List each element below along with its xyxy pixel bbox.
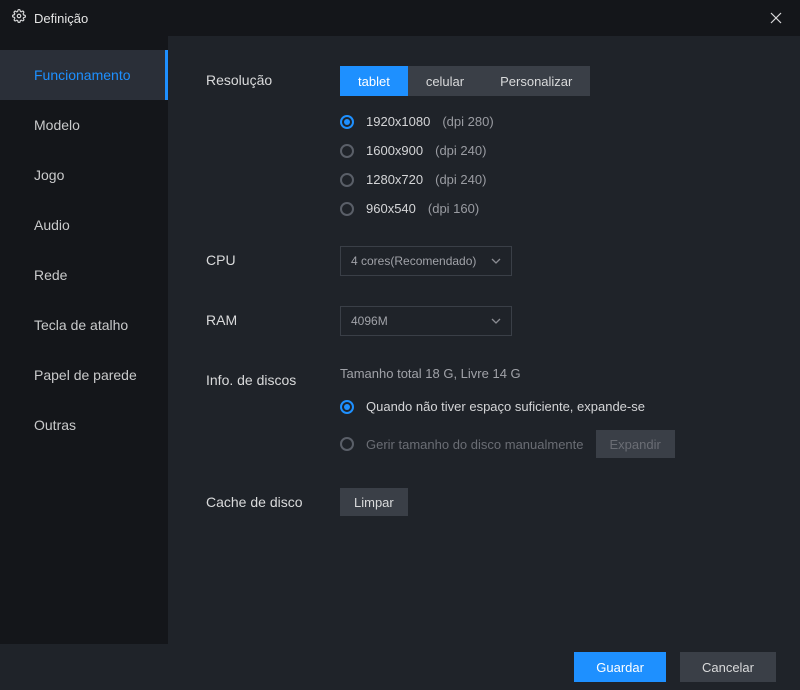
save-button[interactable]: Guardar xyxy=(574,652,666,682)
ram-select[interactable]: 4096M xyxy=(340,306,512,336)
disk-radios: Quando não tiver espaço suficiente, expa… xyxy=(340,399,800,458)
sidebar-item-tecla[interactable]: Tecla de atalho xyxy=(0,300,168,350)
cache-label: Cache de disco xyxy=(206,488,340,516)
cache-content: Limpar xyxy=(340,488,800,516)
radio-dpi: (dpi 240) xyxy=(435,172,486,187)
sidebar-item-outras[interactable]: Outras xyxy=(0,400,168,450)
resolution-content: tablet celular Personalizar 1920x1080 (d… xyxy=(340,66,800,216)
title-left: Definição xyxy=(12,9,88,28)
tab-label: Personalizar xyxy=(500,74,572,89)
radio-1600x900[interactable]: 1600x900 (dpi 240) xyxy=(340,143,800,158)
sidebar-item-jogo[interactable]: Jogo xyxy=(0,150,168,200)
gear-icon xyxy=(12,9,26,28)
main-panel: Resolução tablet celular Personalizar 19… xyxy=(168,36,800,644)
tab-personalizar[interactable]: Personalizar xyxy=(482,66,590,96)
cancel-button[interactable]: Cancelar xyxy=(680,652,776,682)
radio-icon xyxy=(340,202,354,216)
expand-button: Expandir xyxy=(596,430,675,458)
row-cache: Cache de disco Limpar xyxy=(206,488,800,516)
sidebar-item-funcionamento[interactable]: Funcionamento xyxy=(0,50,168,100)
footer: Guardar Cancelar xyxy=(0,644,800,690)
close-button[interactable] xyxy=(764,6,788,30)
cancel-label: Cancelar xyxy=(702,660,754,675)
sidebar-item-label: Tecla de atalho xyxy=(34,317,128,333)
radio-dpi: (dpi 280) xyxy=(442,114,493,129)
radio-res: 1920x1080 xyxy=(366,114,430,129)
ram-value: 4096M xyxy=(351,314,388,328)
sidebar-item-papel[interactable]: Papel de parede xyxy=(0,350,168,400)
sidebar-item-label: Outras xyxy=(34,417,76,433)
ram-label: RAM xyxy=(206,306,340,336)
radio-960x540[interactable]: 960x540 (dpi 160) xyxy=(340,201,800,216)
disk-label: Info. de discos xyxy=(206,366,340,458)
radio-icon xyxy=(340,437,354,451)
radio-1280x720[interactable]: 1280x720 (dpi 240) xyxy=(340,172,800,187)
sidebar-item-label: Papel de parede xyxy=(34,367,137,383)
sidebar-item-label: Rede xyxy=(34,267,67,283)
radio-dpi: (dpi 160) xyxy=(428,201,479,216)
sidebar-item-modelo[interactable]: Modelo xyxy=(0,100,168,150)
body: Funcionamento Modelo Jogo Audio Rede Tec… xyxy=(0,36,800,644)
titlebar: Definição xyxy=(0,0,800,36)
ram-content: 4096M xyxy=(340,306,800,336)
radio-icon xyxy=(340,115,354,129)
disk-radio-manual[interactable]: Gerir tamanho do disco manualmente Expan… xyxy=(340,430,800,458)
tab-celular[interactable]: celular xyxy=(408,66,482,96)
row-resolution: Resolução tablet celular Personalizar 19… xyxy=(206,66,800,216)
tab-tablet[interactable]: tablet xyxy=(340,66,408,96)
disk-content: Tamanho total 18 G, Livre 14 G Quando nã… xyxy=(340,366,800,458)
close-icon xyxy=(770,12,782,24)
chevron-down-icon xyxy=(491,256,501,266)
sidebar-item-label: Audio xyxy=(34,217,70,233)
row-cpu: CPU 4 cores(Recomendado) xyxy=(206,246,800,276)
expand-label: Expandir xyxy=(610,437,661,452)
disk-summary: Tamanho total 18 G, Livre 14 G xyxy=(340,366,800,381)
sidebar-item-label: Funcionamento xyxy=(34,67,131,83)
cpu-select[interactable]: 4 cores(Recomendado) xyxy=(340,246,512,276)
disk-radio-auto[interactable]: Quando não tiver espaço suficiente, expa… xyxy=(340,399,800,414)
clear-cache-button[interactable]: Limpar xyxy=(340,488,408,516)
radio-icon xyxy=(340,400,354,414)
row-ram: RAM 4096M xyxy=(206,306,800,336)
window-title: Definição xyxy=(34,11,88,26)
sidebar-item-rede[interactable]: Rede xyxy=(0,250,168,300)
resolution-tabs: tablet celular Personalizar xyxy=(340,66,800,96)
radio-res: 960x540 xyxy=(366,201,416,216)
radio-dpi: (dpi 240) xyxy=(435,143,486,158)
tab-label: celular xyxy=(426,74,464,89)
tab-label: tablet xyxy=(358,74,390,89)
sidebar-item-audio[interactable]: Audio xyxy=(0,200,168,250)
radio-res: 1280x720 xyxy=(366,172,423,187)
cpu-label: CPU xyxy=(206,246,340,276)
resolution-radios: 1920x1080 (dpi 280) 1600x900 (dpi 240) 1… xyxy=(340,114,800,216)
radio-icon xyxy=(340,173,354,187)
cpu-content: 4 cores(Recomendado) xyxy=(340,246,800,276)
clear-label: Limpar xyxy=(354,495,394,510)
cpu-value: 4 cores(Recomendado) xyxy=(351,254,476,268)
sidebar: Funcionamento Modelo Jogo Audio Rede Tec… xyxy=(0,36,168,644)
row-disk: Info. de discos Tamanho total 18 G, Livr… xyxy=(206,366,800,458)
sidebar-item-label: Jogo xyxy=(34,167,64,183)
disk-manual-label: Gerir tamanho do disco manualmente xyxy=(366,437,584,452)
radio-icon xyxy=(340,144,354,158)
chevron-down-icon xyxy=(491,316,501,326)
save-label: Guardar xyxy=(596,660,644,675)
radio-1920x1080[interactable]: 1920x1080 (dpi 280) xyxy=(340,114,800,129)
disk-auto-label: Quando não tiver espaço suficiente, expa… xyxy=(366,399,645,414)
sidebar-item-label: Modelo xyxy=(34,117,80,133)
radio-res: 1600x900 xyxy=(366,143,423,158)
resolution-label: Resolução xyxy=(206,66,340,216)
